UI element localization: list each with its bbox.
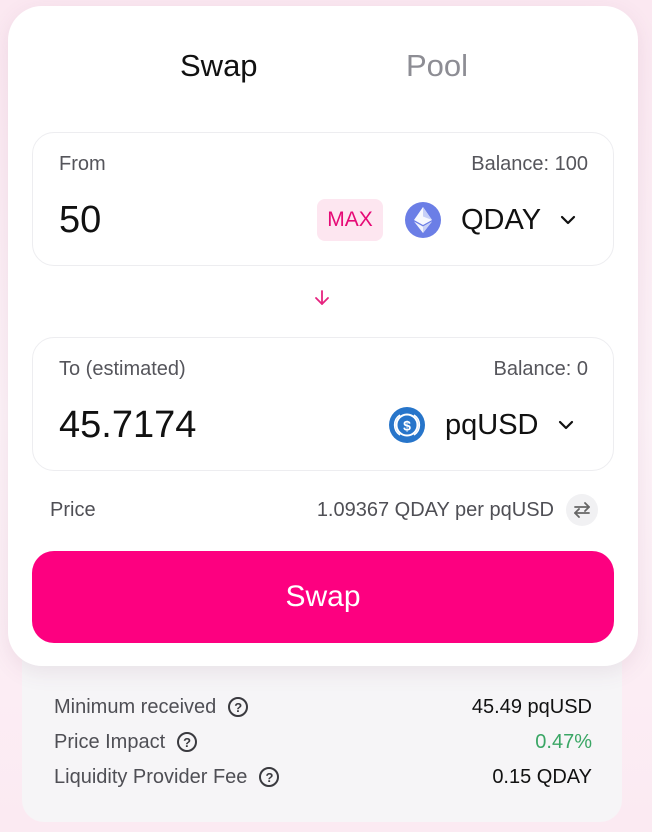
tabs: Swap Pool — [8, 48, 638, 88]
to-amount-input[interactable] — [59, 404, 279, 447]
detail-value: 0.15 QDAY — [492, 765, 592, 788]
detail-row-lp-fee: Liquidity Provider Fee ? 0.15 QDAY — [54, 762, 592, 792]
ethereum-icon — [405, 202, 441, 238]
to-token-name: pqUSD — [445, 408, 539, 441]
chevron-down-icon — [557, 416, 575, 434]
from-panel: From Balance: 100 MAX QDAY — [32, 132, 614, 266]
from-token-name: QDAY — [461, 203, 542, 236]
tab-swap[interactable]: Swap — [180, 48, 258, 84]
from-token-selector[interactable]: QDAY — [405, 195, 577, 245]
detail-value: 45.49 pqUSD — [471, 695, 592, 718]
price-row: Price 1.09367 QDAY per pqUSD — [50, 492, 598, 528]
detail-value: 0.47% — [535, 730, 592, 753]
to-panel: To (estimated) Balance: 0 $ pqUSD — [32, 337, 614, 471]
to-balance: Balance: 0 — [493, 358, 588, 380]
price-value: 1.09367 QDAY per pqUSD — [316, 498, 554, 521]
usdc-dollar-icon: $ — [389, 407, 425, 443]
price-label: Price — [50, 498, 96, 521]
detail-row-minimum-received: Minimum received ? 45.49 pqUSD — [54, 692, 592, 722]
detail-row-price-impact: Price Impact ? 0.47% — [54, 727, 592, 757]
help-icon[interactable]: ? — [259, 767, 280, 787]
from-label: From — [59, 153, 106, 175]
to-token-selector[interactable]: $ pqUSD — [389, 400, 575, 450]
svg-text:$: $ — [403, 418, 411, 434]
help-icon[interactable]: ? — [177, 732, 198, 752]
to-label: To (estimated) — [59, 358, 186, 380]
swap-arrows-icon — [574, 502, 590, 518]
arrow-down-icon[interactable] — [312, 288, 332, 308]
help-icon[interactable]: ? — [228, 697, 249, 717]
swap-card: Swap Pool From Balance: 100 MAX QDAY — [8, 6, 638, 666]
invert-price-button[interactable] — [566, 494, 598, 526]
from-balance: Balance: 100 — [471, 153, 588, 175]
from-amount-input[interactable] — [59, 199, 279, 242]
max-button[interactable]: MAX — [317, 199, 383, 241]
swap-button[interactable]: Swap — [32, 551, 614, 643]
chevron-down-icon — [559, 211, 577, 229]
detail-label: Price Impact — [54, 730, 166, 753]
tab-pool[interactable]: Pool — [406, 48, 468, 84]
detail-label: Liquidity Provider Fee — [54, 765, 248, 788]
detail-label: Minimum received — [54, 695, 217, 718]
